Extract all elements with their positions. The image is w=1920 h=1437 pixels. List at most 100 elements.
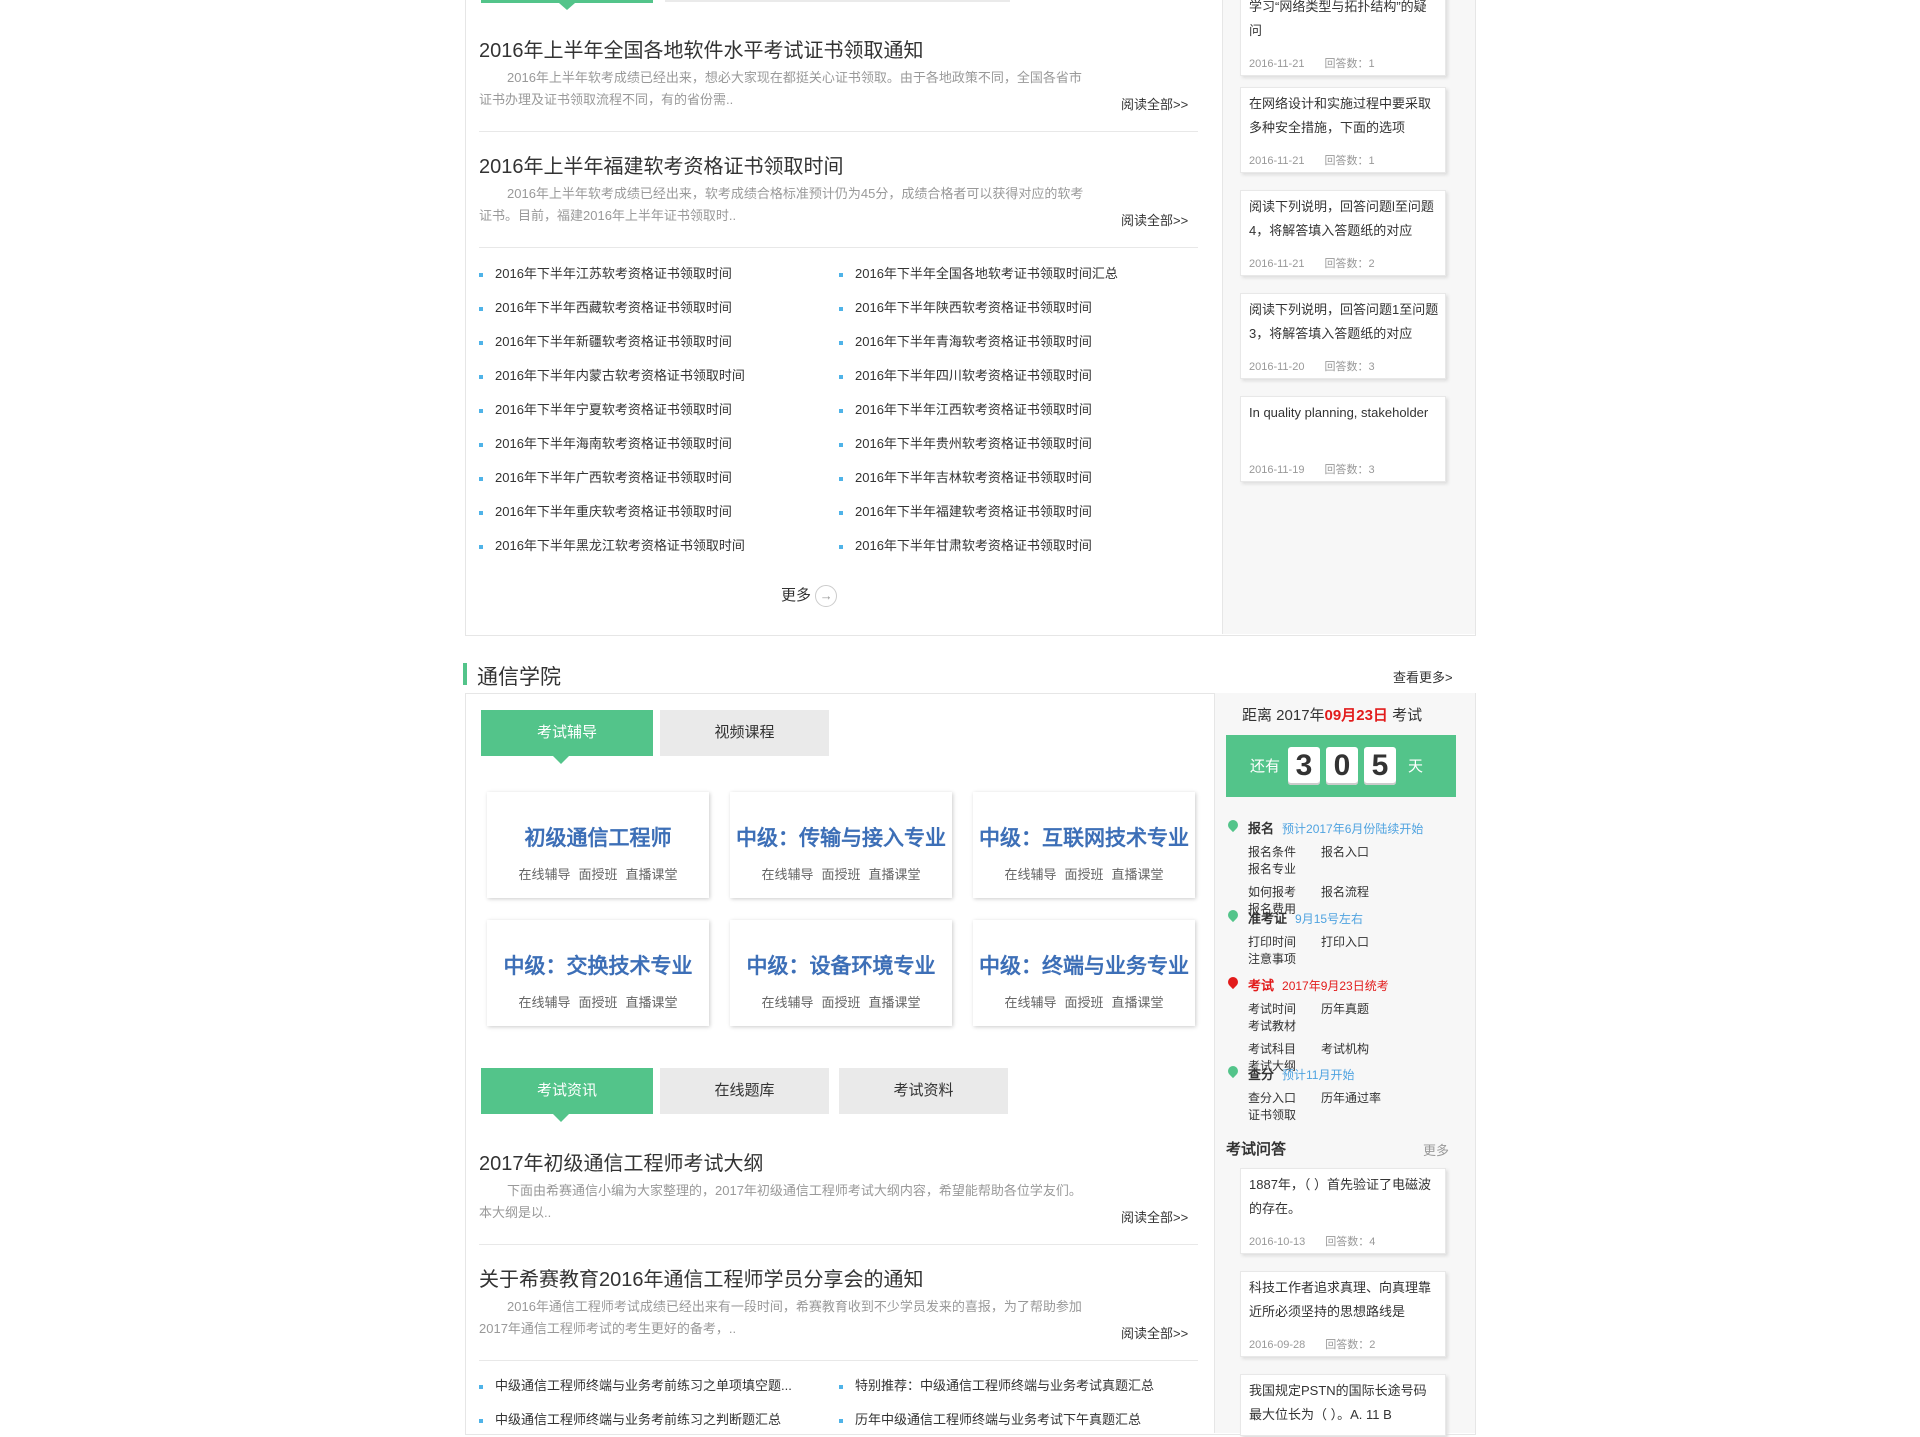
qa-card[interactable]: 阅读下列说明，回答问题l至问题4，将解答填入答题纸的对应 2016-11-21 回… <box>1240 190 1446 276</box>
article-title[interactable]: 2016年上半年福建软考资格证书领取时间 <box>479 150 844 179</box>
list-item[interactable]: 2016年下半年新疆软考资格证书领取时间 <box>479 325 745 359</box>
article-title[interactable]: 2017年初级通信工程师考试大纲 <box>479 1147 764 1176</box>
qa-card[interactable]: 科技工作者追求真理、向真理靠近所必须坚持的思想路线是 2016-09-28 回答数… <box>1240 1271 1446 1357</box>
list-item[interactable]: 2016年下半年内蒙古软考资格证书领取时间 <box>479 359 745 393</box>
list-item[interactable]: 特别推荐：中级通信工程师终端与业务考试真题汇总 <box>839 1369 1154 1403</box>
course-link[interactable]: 面授班 <box>578 995 617 1010</box>
course-link[interactable]: 在线辅导 <box>518 995 570 1010</box>
qa-card[interactable]: 阅读下列说明，回答问题1至问题3，将解答填入答题纸的对应 2016-11-20 回… <box>1240 293 1446 379</box>
list-item[interactable]: 2016年下半年青海软考资格证书领取时间 <box>839 325 1118 359</box>
qa-section-title: 考试问答 <box>1226 1141 1287 1158</box>
qa-answers: 回答数：2 <box>1324 258 1375 270</box>
tab-exam-news[interactable]: 考试资讯 <box>481 1068 653 1122</box>
list-item[interactable]: 2016年下半年广西软考资格证书领取时间 <box>479 461 745 495</box>
schedule-link[interactable]: 打印时间 <box>1248 933 1321 950</box>
article-title[interactable]: 关于希赛教育2016年通信工程师学员分享会的通知 <box>479 1263 924 1292</box>
list-item[interactable]: 2016年下半年吉林软考资格证书领取时间 <box>839 461 1118 495</box>
qa-question: 我国规定PSTN的国际长途号码最大位长为（ ）。A. 11 B <box>1249 1383 1427 1422</box>
schedule-link[interactable]: 如何报考 <box>1248 883 1321 900</box>
course-link[interactable]: 面授班 <box>821 867 860 882</box>
tab-video-courses[interactable]: 视频课程 <box>660 710 829 756</box>
schedule-link[interactable]: 报名入口 <box>1321 843 1394 860</box>
schedule-block: 考试 2017年9月23日统考 考试时间 历年真题考试教材 考试科目 考试机构考试大纲 <box>1225 974 1458 1074</box>
course-link[interactable]: 直播课堂 <box>1112 867 1164 882</box>
schedule-note: 预计2017年6月份陆续开始 <box>1282 822 1424 836</box>
course-card[interactable]: 中级：交换技术专业 在线辅导 面授班 直播课堂 <box>487 920 709 1026</box>
list-item[interactable]: 历年中级通信工程师终端与业务考试下午真题汇总 <box>839 1403 1154 1437</box>
course-link[interactable]: 面授班 <box>821 995 860 1010</box>
schedule-link[interactable]: 报名专业 <box>1248 860 1321 877</box>
schedule-link[interactable]: 报名流程 <box>1321 883 1394 900</box>
qa-card[interactable]: In quality planning, stakeholder 2016-11… <box>1240 396 1446 482</box>
course-link[interactable]: 在线辅导 <box>761 867 813 882</box>
list-item[interactable]: 2016年下半年重庆软考资格证书领取时间 <box>479 495 745 529</box>
list-item[interactable]: 2016年下半年甘肃软考资格证书领取时间 <box>839 529 1118 563</box>
more-label: 更多 <box>781 587 812 604</box>
schedule-link[interactable]: 考试机构 <box>1321 1040 1394 1057</box>
schedule-link[interactable]: 打印入口 <box>1321 933 1394 950</box>
qa-card[interactable]: 我国规定PSTN的国际长途号码最大位长为（ ）。A. 11 B <box>1240 1374 1446 1436</box>
schedule-link[interactable]: 历年真题 <box>1321 1000 1394 1017</box>
list-item[interactable]: 2016年下半年陕西软考资格证书领取时间 <box>839 291 1118 325</box>
tab-question-bank[interactable]: 在线题库 <box>660 1068 829 1114</box>
article-title[interactable]: 2016年上半年全国各地软件水平考试证书领取通知 <box>479 34 924 63</box>
course-link[interactable]: 在线辅导 <box>518 867 570 882</box>
course-link[interactable]: 直播课堂 <box>869 995 921 1010</box>
course-card[interactable]: 初级通信工程师 在线辅导 面授班 直播课堂 <box>487 792 709 898</box>
course-card[interactable]: 中级：终端与业务专业 在线辅导 面授班 直播课堂 <box>973 920 1195 1026</box>
countdown-digit: 3 <box>1288 747 1320 785</box>
read-all-link[interactable]: 阅读全部>> <box>1121 1323 1188 1342</box>
schedule-link[interactable]: 证书领取 <box>1248 1106 1321 1123</box>
schedule-link[interactable]: 考试科目 <box>1248 1040 1321 1057</box>
schedule-link[interactable]: 考试时间 <box>1248 1000 1321 1017</box>
course-link[interactable]: 在线辅导 <box>1004 867 1056 882</box>
course-link[interactable]: 在线辅导 <box>761 995 813 1010</box>
list-item[interactable]: 中级通信工程师终端与业务考前练习之判断题汇总 <box>479 1403 792 1437</box>
more-button[interactable]: 更多 → <box>781 584 838 608</box>
list-item[interactable]: 2016年下半年全国各地软考证书领取时间汇总 <box>839 257 1118 291</box>
list-item[interactable]: 2016年下半年江西软考资格证书领取时间 <box>839 393 1118 427</box>
course-link[interactable]: 面授班 <box>1064 867 1103 882</box>
course-card[interactable]: 中级：传输与接入专业 在线辅导 面授班 直播课堂 <box>730 792 952 898</box>
schedule-link[interactable]: 查分入口 <box>1248 1089 1321 1106</box>
schedule-link[interactable]: 报名条件 <box>1248 843 1321 860</box>
schedule-link[interactable]: 历年通过率 <box>1321 1089 1394 1106</box>
list-item[interactable]: 2016年下半年福建软考资格证书领取时间 <box>839 495 1118 529</box>
list-item[interactable]: 2016年下半年宁夏软考资格证书领取时间 <box>479 393 745 427</box>
course-link[interactable]: 在线辅导 <box>1004 995 1056 1010</box>
qa-card[interactable]: 学习“网络类型与拓扑结构”的疑问 2016-11-21 回答数：1 <box>1240 0 1446 76</box>
tab-exam-materials[interactable]: 考试资料 <box>839 1068 1008 1114</box>
qa-card[interactable]: 1887年，（ ）首先验证了电磁波的存在。 2016-10-13 回答数：4 <box>1240 1168 1446 1254</box>
course-link[interactable]: 直播课堂 <box>869 867 921 882</box>
course-link[interactable]: 面授班 <box>578 867 617 882</box>
list-item[interactable]: 2016年下半年西藏软考资格证书领取时间 <box>479 291 745 325</box>
course-card[interactable]: 中级：设备环境专业 在线辅导 面授班 直播课堂 <box>730 920 952 1026</box>
list-item[interactable]: 2016年下半年贵州软考资格证书领取时间 <box>839 427 1118 461</box>
course-link[interactable]: 直播课堂 <box>1112 995 1164 1010</box>
schedule-link[interactable]: 注意事项 <box>1248 950 1321 967</box>
list-item[interactable]: 2016年下半年海南软考资格证书领取时间 <box>479 427 745 461</box>
read-all-link[interactable]: 阅读全部>> <box>1121 94 1188 113</box>
schedule-label: 准考证 <box>1248 911 1288 926</box>
tab-exam-tutoring[interactable]: 考试辅导 <box>481 710 653 764</box>
schedule-link[interactable]: 考试教材 <box>1248 1017 1321 1034</box>
list-item[interactable]: 2016年下半年黑龙江软考资格证书领取时间 <box>479 529 745 563</box>
list-item[interactable]: 2016年下半年江苏软考资格证书领取时间 <box>479 257 745 291</box>
see-more-link[interactable]: 查看更多> <box>1393 667 1453 686</box>
qa-date: 2016-11-19 <box>1249 464 1305 476</box>
divider <box>479 1360 1198 1361</box>
list-item[interactable]: 2016年下半年四川软考资格证书领取时间 <box>839 359 1118 393</box>
news-list-right: 2016年下半年全国各地软考证书领取时间汇总 2016年下半年陕西软考资格证书领… <box>839 257 1118 563</box>
read-all-link[interactable]: 阅读全部>> <box>1121 1207 1188 1226</box>
course-link[interactable]: 面授班 <box>1064 995 1103 1010</box>
qa-date: 2016-11-20 <box>1249 361 1305 373</box>
course-link[interactable]: 直播课堂 <box>626 995 678 1010</box>
qa-more-link[interactable]: 更多 <box>1423 1140 1449 1159</box>
course-link[interactable]: 直播课堂 <box>626 867 678 882</box>
qa-answers: 回答数：2 <box>1325 1339 1376 1351</box>
list-item[interactable]: 中级通信工程师终端与业务考前练习之单项填空题... <box>479 1369 792 1403</box>
course-card[interactable]: 中级：互联网技术专业 在线辅导 面授班 直播课堂 <box>973 792 1195 898</box>
section-title: 通信学院 <box>477 666 561 689</box>
qa-card[interactable]: 在网络设计和实施过程中要采取多种安全措施，下面的选项 2016-11-21 回答数… <box>1240 87 1446 173</box>
read-all-link[interactable]: 阅读全部>> <box>1121 210 1188 229</box>
